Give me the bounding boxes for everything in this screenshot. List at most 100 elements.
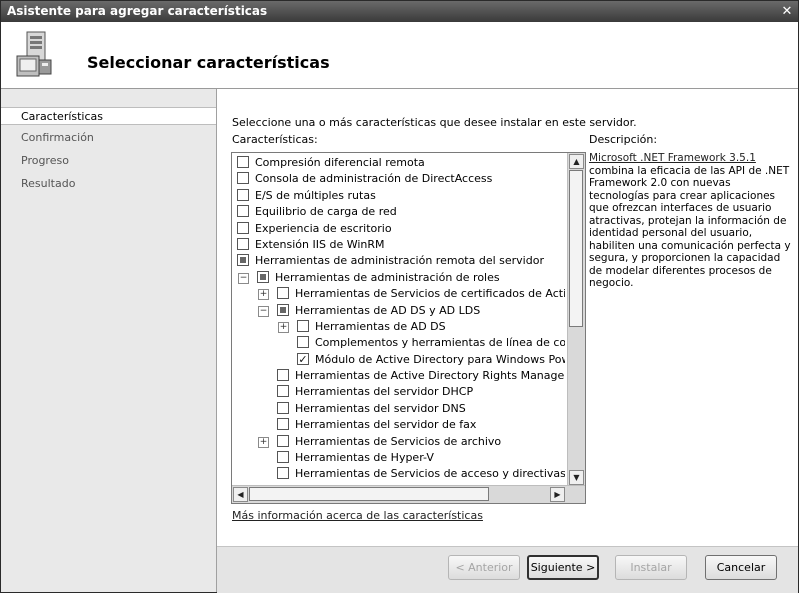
feature-tree-item[interactable]: Herramientas de administración remota de… (232, 253, 565, 269)
feature-tree-item[interactable]: E/S de múltiples rutas (232, 188, 565, 204)
feature-checkbox[interactable] (237, 221, 249, 234)
feature-tree-item[interactable]: + Herramientas de AD DS (232, 319, 565, 335)
feature-label: Herramientas del servidor DHCP (295, 385, 474, 399)
feature-tree-item[interactable]: − Herramientas de administración de roles (232, 270, 565, 286)
feature-tree-item[interactable]: Herramientas de Servicios de acceso y di… (232, 466, 565, 482)
horizontal-scrollbar[interactable]: ◀ ▶ (232, 485, 585, 503)
features-tree-rows: Compresión diferencial remota Consola de … (232, 155, 565, 483)
feature-label: Herramientas de Active Directory Rights … (295, 369, 565, 383)
server-features-icon (16, 31, 52, 77)
expand-icon[interactable]: + (258, 436, 269, 448)
features-tree[interactable]: Compresión diferencial remota Consola de … (231, 152, 586, 504)
feature-checkbox[interactable] (277, 467, 289, 480)
more-info-link[interactable]: Más información acerca de las caracterís… (232, 509, 483, 522)
feature-checkbox[interactable] (237, 172, 249, 185)
feature-label: Consola de administración de DirectAcces… (255, 172, 493, 186)
feature-checkbox[interactable] (237, 254, 249, 267)
feature-tree-item[interactable]: Experiencia de escritorio (232, 221, 565, 237)
features-label: Características: (232, 133, 318, 146)
feature-checkbox[interactable] (237, 188, 249, 201)
feature-tree-item[interactable]: Compresión diferencial remota (232, 155, 565, 171)
wizard-steps-sidebar: Características Confirmación Progreso Re… (1, 89, 217, 592)
step-resultado[interactable]: Resultado (1, 175, 216, 193)
scroll-right-icon[interactable]: ▶ (550, 487, 565, 502)
feature-checkbox[interactable] (277, 303, 289, 316)
feature-tree-item[interactable]: Consola de administración de DirectAcces… (232, 171, 565, 187)
step-caracteristicas[interactable]: Características (1, 107, 216, 125)
feature-checkbox[interactable] (277, 451, 289, 464)
feature-checkbox[interactable] (277, 434, 289, 447)
horizontal-scroll-thumb[interactable] (249, 487, 489, 501)
feature-checkbox[interactable] (237, 156, 249, 168)
title-bar[interactable]: Asistente para agregar características ✕ (1, 1, 798, 22)
feature-label: Herramientas de Servicios de acceso y di… (295, 467, 565, 481)
feature-label: Herramientas del servidor DNS (295, 401, 466, 415)
step-progreso[interactable]: Progreso (1, 152, 216, 170)
feature-tree-item[interactable]: + Herramientas de Servicios de archivo (232, 434, 565, 450)
step-confirmacion[interactable]: Confirmación (1, 129, 216, 147)
feature-checkbox[interactable] (257, 270, 269, 283)
feature-label: Herramientas de AD DS (315, 319, 446, 333)
feature-checkbox[interactable]: ✓ (297, 352, 309, 365)
scroll-left-icon[interactable]: ◀ (233, 487, 248, 502)
feature-checkbox[interactable] (277, 401, 289, 414)
feature-label: E/S de múltiples rutas (255, 188, 376, 202)
feature-checkbox[interactable] (297, 336, 309, 349)
feature-tree-item[interactable]: Herramientas del servidor de fax (232, 417, 565, 433)
description-label: Descripción: (589, 133, 658, 146)
feature-label: Herramientas del servidor de fax (295, 418, 477, 432)
cancel-button[interactable]: Cancelar (705, 555, 777, 580)
feature-tree-item[interactable]: Herramientas del servidor DHCP (232, 384, 565, 400)
expand-icon[interactable]: + (278, 321, 289, 333)
collapse-icon[interactable]: − (238, 272, 249, 284)
feature-tree-item[interactable]: Herramientas de Hyper-V (232, 450, 565, 466)
page-title: Seleccionar características (87, 53, 330, 72)
scroll-up-icon[interactable]: ▲ (569, 154, 584, 169)
vertical-scroll-thumb[interactable] (569, 170, 583, 327)
feature-checkbox[interactable] (277, 369, 289, 382)
feature-label: Experiencia de escritorio (255, 221, 392, 235)
feature-label: Herramientas de Hyper-V (295, 451, 434, 465)
feature-label: Equilibrio de carga de red (255, 205, 397, 219)
feature-label: Herramientas de administración remota de… (255, 254, 544, 268)
description-panel: Microsoft .NET Framework 3.5.1 combina l… (589, 152, 794, 290)
feature-label: Herramientas de AD DS y AD LDS (295, 303, 481, 317)
feature-label: Herramientas de Servicios de certificado… (295, 287, 565, 301)
feature-tree-item[interactable]: Extensión IIS de WinRM (232, 237, 565, 253)
feature-label: Módulo de Active Directory para Windows … (315, 352, 565, 366)
feature-checkbox[interactable] (277, 418, 289, 431)
window-title: Asistente para agregar características (7, 4, 268, 18)
main-content: Seleccione una o más características que… (217, 89, 798, 592)
collapse-icon[interactable]: − (258, 305, 269, 317)
page-header: Seleccionar características (1, 22, 798, 89)
previous-button[interactable]: < Anterior (448, 555, 520, 580)
feature-tree-item[interactable]: Complementos y herramientas de línea de … (232, 335, 565, 351)
feature-tree-item[interactable]: ✓ Módulo de Active Directory para Windows… (232, 352, 565, 368)
feature-label: Compresión diferencial remota (255, 156, 425, 169)
scroll-down-icon[interactable]: ▼ (569, 470, 584, 485)
feature-tree-item[interactable]: Herramientas de Active Directory Rights … (232, 368, 565, 384)
feature-label: Herramientas de administración de roles (275, 270, 500, 284)
description-text: combina la eficacia de las API de .NET F… (589, 164, 791, 290)
close-icon[interactable]: ✕ (780, 1, 794, 22)
feature-label: Extensión IIS de WinRM (255, 237, 385, 251)
feature-tree-item[interactable]: + Herramientas de Servicios de certificad… (232, 286, 565, 302)
install-button[interactable]: Instalar (615, 555, 687, 580)
feature-checkbox[interactable] (237, 205, 249, 218)
feature-checkbox[interactable] (237, 237, 249, 250)
wizard-footer: < Anterior Siguiente > Instalar Cancelar (217, 546, 798, 593)
feature-tree-item[interactable]: − Herramientas de AD DS y AD LDS (232, 303, 565, 319)
next-button[interactable]: Siguiente > (527, 555, 599, 580)
feature-tree-item[interactable]: Herramientas del servidor DNS (232, 401, 565, 417)
feature-tree-item[interactable]: Equilibrio de carga de red (232, 204, 565, 220)
feature-checkbox[interactable] (277, 287, 289, 300)
feature-checkbox[interactable] (297, 319, 309, 332)
instruction-text: Seleccione una o más características que… (232, 116, 637, 129)
wizard-window: Asistente para agregar características ✕… (0, 0, 799, 593)
description-link[interactable]: Microsoft .NET Framework 3.5.1 (589, 152, 756, 164)
feature-label: Herramientas de Servicios de archivo (295, 434, 502, 448)
expand-icon[interactable]: + (258, 289, 269, 301)
feature-checkbox[interactable] (277, 385, 289, 398)
vertical-scrollbar[interactable]: ▲ ▼ (567, 153, 585, 486)
feature-label: Complementos y herramientas de línea de … (315, 336, 565, 350)
